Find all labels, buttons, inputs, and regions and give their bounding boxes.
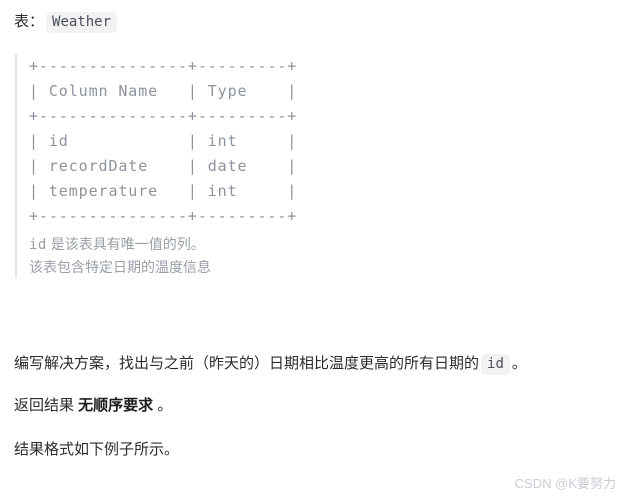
task-description-text-after: 。 bbox=[511, 355, 527, 372]
schema-note-text: 该表包含特定日期的温度信息 bbox=[29, 259, 211, 275]
task-description-paragraph: 编写解决方案，找出与之前（昨天的）日期相比温度更高的所有日期的 id。 bbox=[14, 352, 527, 376]
schema-blockquote: +---------------+---------+ | Column Nam… bbox=[15, 54, 535, 278]
task-description-text-before: 编写解决方案，找出与之前（昨天的）日期相比温度更高的所有日期的 bbox=[14, 355, 480, 372]
schema-note-code: id bbox=[29, 237, 47, 253]
ascii-schema-table: +---------------+---------+ | Column Nam… bbox=[29, 57, 298, 225]
schema-note-line: 该表包含特定日期的温度信息 bbox=[29, 256, 535, 278]
schema-note-text: 是该表具有唯一值的列。 bbox=[46, 236, 205, 252]
csdn-watermark: CSDN @K要努力 bbox=[514, 476, 616, 491]
schema-note-line: id 是该表具有唯一值的列。 bbox=[29, 233, 535, 256]
result-format-paragraph: 结果格式如下例子所示。 bbox=[14, 441, 180, 458]
task-description-code: id bbox=[481, 354, 510, 375]
page-root: 表： Weather +---------------+---------+ | … bbox=[0, 0, 630, 501]
table-name-code: Weather bbox=[46, 12, 118, 33]
ordering-note-emphasis: 无顺序要求 bbox=[78, 397, 154, 414]
table-label-text: 表： bbox=[14, 13, 45, 30]
schema-notes: id 是该表具有唯一值的列。 该表包含特定日期的温度信息 bbox=[29, 233, 535, 278]
table-label-line: 表： Weather bbox=[14, 10, 119, 34]
ordering-note-prefix: 返回结果 bbox=[14, 397, 79, 414]
ordering-note-paragraph: 返回结果 无顺序要求 。 bbox=[14, 394, 172, 418]
ordering-note-suffix: 。 bbox=[153, 397, 173, 414]
